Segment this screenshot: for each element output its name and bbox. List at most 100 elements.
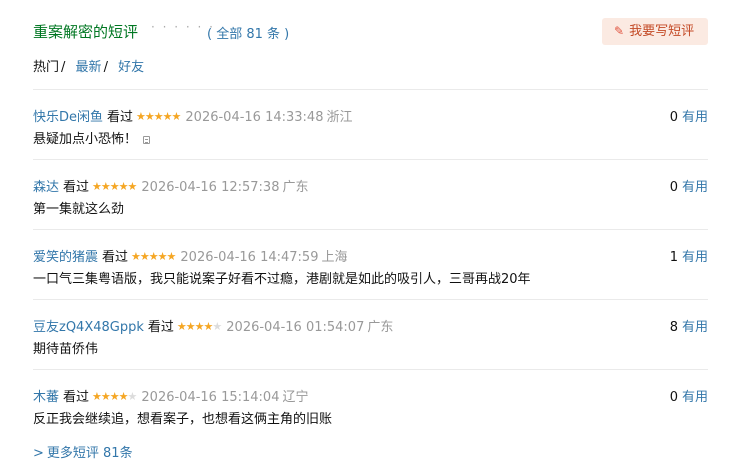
rating-stars: ★★★★★: [136, 110, 182, 123]
watch-status: 看过: [102, 250, 129, 265]
review-time: 2026-04-16 14:33:48: [185, 110, 324, 125]
expand-text-icon[interactable]: [143, 136, 151, 144]
review-username[interactable]: 木蕃: [33, 390, 59, 405]
review-time: 2026-04-16 12:57:38: [141, 180, 280, 195]
star-icon: ★: [109, 390, 120, 403]
review-username[interactable]: 森达: [33, 180, 59, 195]
star-icon: ★: [118, 390, 129, 403]
useful-button[interactable]: 有用: [682, 110, 708, 125]
review-time: 2026-04-16 01:54:07: [226, 320, 365, 335]
star-icon: ★: [171, 110, 182, 123]
review-item: 豆友zQ4X48Gppk 看过 ★★★★★ 2026-04-16 01:54:07 广东…: [33, 299, 708, 369]
vote-box: 0 有用: [670, 386, 708, 405]
comments-section: 重案解密的短评 · · · · · · ( 全部 81 条 ) ✎ 我要写短评 热…: [0, 0, 750, 471]
sort-tabs: 热门 / 最新 / 好友: [33, 56, 144, 75]
all-count-open-paren: (: [207, 27, 217, 42]
all-count-label: 全部 81 条: [216, 27, 281, 42]
useful-button[interactable]: 有用: [682, 390, 708, 405]
tab-hot[interactable]: 热门: [33, 56, 59, 75]
review-item: 木蕃 看过 ★★★★★ 2026-04-16 15:14:04 辽宁 0 有用反正我会继续追…: [33, 369, 708, 439]
star-icon: ★: [148, 250, 159, 263]
review-text-content: 反正我会继续追，想看案子，也想看这俩主角的旧账: [33, 412, 333, 427]
all-comments-link[interactable]: ( 全部 81 条 ): [207, 23, 289, 42]
review-item: 快乐De闲鱼 看过 ★★★★★ 2026-04-16 14:33:48 浙江 0 有用悬疑加…: [33, 89, 708, 159]
rating-stars: ★★★★★: [92, 180, 138, 193]
useful-button[interactable]: 有用: [682, 180, 708, 195]
review-username[interactable]: 快乐De闲鱼: [33, 110, 103, 125]
vote-count: 0: [669, 390, 678, 405]
review-meta: 木蕃 看过 ★★★★★ 2026-04-16 15:14:04 辽宁: [33, 386, 309, 405]
review-meta: 爱笑的猪震 看过 ★★★★★ 2026-04-16 14:47:59 上海: [33, 246, 348, 265]
star-icon: ★: [127, 180, 138, 193]
star-icon: ★: [131, 250, 141, 263]
useful-button[interactable]: 有用: [682, 250, 708, 265]
star-icon: ★: [176, 320, 187, 333]
star-icon: ★: [157, 250, 168, 263]
review-location: 广东: [282, 180, 309, 195]
star-icon: ★: [162, 110, 173, 123]
review-username[interactable]: 豆友zQ4X48Gppk: [33, 320, 144, 335]
pencil-icon: ✎: [614, 24, 625, 38]
review-text: 反正我会继续追，想看案子，也想看这俩主角的旧账: [33, 408, 332, 427]
review-text: 期待苗侨伟: [33, 338, 98, 357]
all-count-close-paren: ): [280, 27, 290, 42]
review-location: 辽宁: [282, 390, 309, 405]
review-location: 上海: [321, 250, 348, 265]
review-location: 广东: [367, 320, 394, 335]
watch-status: 看过: [63, 390, 90, 405]
review-item: 爱笑的猪震 看过 ★★★★★ 2026-04-16 14:47:59 上海 1 有用 一口气三…: [33, 229, 708, 299]
vote-box: 0 有用: [670, 106, 708, 125]
star-icon: ★: [118, 180, 129, 193]
review-text: 一口气三集粤语版，我只能说案子好看不过瘾，港剧就是如此的吸引人，三哥再战20年: [33, 268, 531, 287]
star-icon: ★: [139, 250, 150, 263]
review-meta: 豆友zQ4X48Gppk 看过 ★★★★★ 2026-04-16 01:54:07 广东: [33, 316, 393, 335]
review-meta: 快乐De闲鱼 看过 ★★★★★ 2026-04-16 14:33:48 浙江: [33, 106, 353, 125]
watch-status: 看过: [147, 320, 174, 335]
star-icon: ★: [127, 390, 138, 403]
write-review-button[interactable]: ✎ 我要写短评: [602, 18, 708, 45]
watch-status: 看过: [107, 110, 134, 125]
star-icon: ★: [92, 390, 102, 403]
more-arrow-icon: >: [33, 446, 44, 461]
title-dots: · · · · · ·: [151, 20, 215, 34]
vote-box: 0 有用: [670, 176, 708, 195]
vote-box: 1 有用: [670, 246, 708, 265]
review-time: 2026-04-16 15:14:04: [141, 390, 280, 405]
review-meta: 森达 看过 ★★★★★ 2026-04-16 12:57:38 广东: [33, 176, 309, 195]
star-icon: ★: [136, 110, 146, 123]
section-header: 重案解密的短评 · · · · · · ( 全部 81 条 ) ✎ 我要写短评: [33, 18, 708, 48]
useful-button[interactable]: 有用: [682, 320, 708, 335]
write-review-label: 我要写短评: [629, 24, 695, 39]
star-icon: ★: [92, 180, 102, 193]
star-icon: ★: [166, 250, 177, 263]
vote-count: 8: [669, 320, 678, 335]
star-icon: ★: [185, 320, 196, 333]
vote-box: 8 有用: [670, 316, 708, 335]
review-text: 第一集就这么劲: [33, 198, 124, 217]
star-icon: ★: [144, 110, 155, 123]
tab-latest[interactable]: 最新: [76, 56, 102, 75]
star-icon: ★: [100, 180, 111, 193]
review-time: 2026-04-16 14:47:59: [180, 250, 319, 265]
section-title: 重案解密的短评: [33, 23, 139, 41]
watch-status: 看过: [63, 180, 90, 195]
star-icon: ★: [194, 320, 205, 333]
review-text: 悬疑加点小恐怖！: [33, 128, 151, 147]
tab-separator: /: [61, 60, 66, 75]
review-text-content: 一口气三集粤语版，我只能说案子好看不过瘾，港剧就是如此的吸引人，三哥再战20年: [33, 272, 531, 287]
vote-count: 1: [669, 250, 678, 265]
tab-friends[interactable]: 好友: [118, 56, 144, 75]
more-reviews-link[interactable]: > 更多短评 81条: [33, 442, 133, 461]
rating-stars: ★★★★★: [92, 390, 138, 403]
tab-separator: /: [103, 60, 108, 75]
review-text-content: 期待苗侨伟: [33, 342, 99, 357]
review-item: 森达 看过 ★★★★★ 2026-04-16 12:57:38 广东 0 有用 第一集就这么劲: [33, 159, 708, 229]
star-icon: ★: [109, 180, 120, 193]
vote-count: 0: [669, 110, 678, 125]
review-text-content: 第一集就这么劲: [33, 202, 125, 217]
rating-stars: ★★★★★: [131, 250, 177, 263]
more-reviews-label: 更多短评 81条: [46, 446, 133, 461]
review-username[interactable]: 爱笑的猪震: [33, 250, 98, 265]
review-text-content: 悬疑加点小恐怖！: [33, 132, 138, 147]
review-list: 快乐De闲鱼 看过 ★★★★★ 2026-04-16 14:33:48 浙江 0 有用 悬疑加…: [33, 89, 708, 439]
